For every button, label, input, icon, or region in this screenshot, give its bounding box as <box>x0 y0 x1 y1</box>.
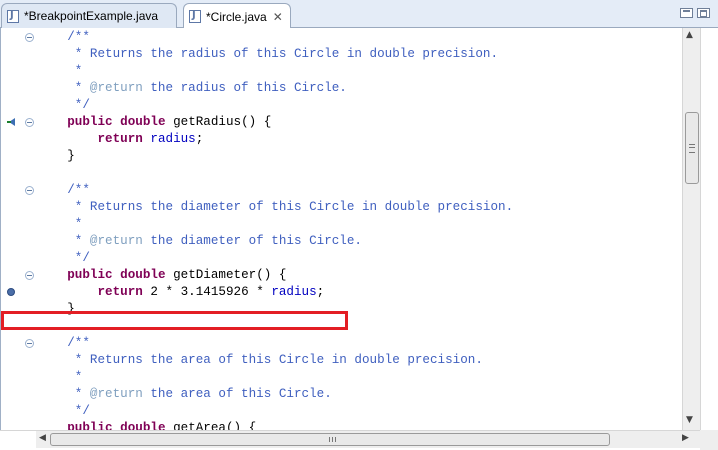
code-line: * <box>1 63 682 80</box>
code-line: * <box>1 369 682 386</box>
fold-collapse-icon[interactable] <box>25 118 34 127</box>
code-line: */ <box>1 97 682 114</box>
javadoc-text: * Returns the area of this Circle in dou… <box>37 353 483 367</box>
tab-label: *Circle.java <box>206 9 267 24</box>
scroll-right-arrow-icon[interactable]: ▶ <box>682 433 689 443</box>
code-line: /** <box>1 335 682 352</box>
code-statement: return radius; <box>97 132 204 146</box>
fold-collapse-icon[interactable] <box>25 339 34 348</box>
javadoc-text: */ <box>37 404 90 418</box>
vertical-scrollbar[interactable]: ▲ ▼ <box>682 28 700 430</box>
scroll-up-arrow-icon[interactable]: ▲ <box>686 30 693 40</box>
code-line: * @return the diameter of this Circle. <box>1 233 682 250</box>
code-editor[interactable]: /** * Returns the radius of this Circle … <box>0 28 682 430</box>
scrollbar-corner <box>700 430 718 450</box>
fold-collapse-icon[interactable] <box>25 271 34 280</box>
code-line: * @return the area of this Circle. <box>1 386 682 403</box>
javadoc-text: * @return the diameter of this Circle. <box>37 234 362 248</box>
horizontal-scroll-thumb[interactable] <box>50 433 610 446</box>
code-line: /** <box>1 182 682 199</box>
code-line: * Returns the radius of this Circle in d… <box>1 46 682 63</box>
code-line: /** <box>1 29 682 46</box>
scroll-left-arrow-icon[interactable]: ◀ <box>39 433 46 443</box>
code-line: * Returns the area of this Circle in dou… <box>1 352 682 369</box>
code-line: public double getRadius() { <box>1 114 682 131</box>
tab-label: *BreakpointExample.java <box>24 9 159 23</box>
scroll-down-arrow-icon[interactable]: ▼ <box>686 415 693 425</box>
code-line: * <box>1 216 682 233</box>
javadoc-text: */ <box>37 251 90 265</box>
code-line: */ <box>1 250 682 267</box>
javadoc-text: * <box>37 370 83 384</box>
javadoc-text: * Returns the diameter of this Circle in… <box>37 200 514 214</box>
code-line: } <box>1 148 682 165</box>
gutter-footer <box>0 430 36 450</box>
code-statement: return 2 * 3.1415926 * radius; <box>97 285 325 299</box>
code-statement: } <box>37 149 75 163</box>
method-signature: public double getDiameter() { <box>67 268 287 282</box>
highlight-box <box>1 311 348 330</box>
javadoc-text: /** <box>37 336 90 350</box>
java-file-icon <box>7 9 19 23</box>
horizontal-scrollbar[interactable]: ◀ ▶ <box>36 430 700 448</box>
code-line: * @return the radius of this Circle. <box>1 80 682 97</box>
editor-tab-bar: *BreakpointExample.java *Circle.java ✕ <box>0 0 718 29</box>
javadoc-text: */ <box>37 98 90 112</box>
javadoc-text: /** <box>37 183 90 197</box>
method-signature: public double getRadius() { <box>67 115 272 129</box>
tab-circle[interactable]: *Circle.java ✕ <box>183 3 291 29</box>
fold-collapse-icon[interactable] <box>25 186 34 195</box>
vertical-scroll-thumb[interactable] <box>685 112 699 184</box>
method-signature: public double getArea() { <box>67 421 257 430</box>
code-line: */ <box>1 403 682 420</box>
code-line-breakpoint: return 2 * 3.1415926 * radius; <box>1 284 682 301</box>
javadoc-text: * <box>37 64 83 78</box>
close-icon[interactable]: ✕ <box>273 10 283 24</box>
minimize-button[interactable] <box>680 8 693 18</box>
javadoc-text: * @return the area of this Circle. <box>37 387 332 401</box>
code-line: public double getDiameter() { <box>1 267 682 284</box>
code-line: public double getArea() { <box>1 420 682 430</box>
tab-breakpoint-example[interactable]: *BreakpointExample.java <box>1 3 177 28</box>
fold-collapse-icon[interactable] <box>25 33 34 42</box>
javadoc-text: /** <box>37 30 90 44</box>
code-line: * Returns the diameter of this Circle in… <box>1 199 682 216</box>
javadoc-text: * <box>37 217 83 231</box>
breakpoint-icon[interactable] <box>7 288 15 296</box>
javadoc-text: * @return the radius of this Circle. <box>37 81 347 95</box>
java-file-icon <box>189 10 201 23</box>
override-marker-icon[interactable] <box>7 116 17 128</box>
code-line: return radius; <box>1 131 682 148</box>
overview-ruler <box>700 28 718 430</box>
javadoc-text: * Returns the radius of this Circle in d… <box>37 47 499 61</box>
maximize-button[interactable] <box>697 8 710 18</box>
